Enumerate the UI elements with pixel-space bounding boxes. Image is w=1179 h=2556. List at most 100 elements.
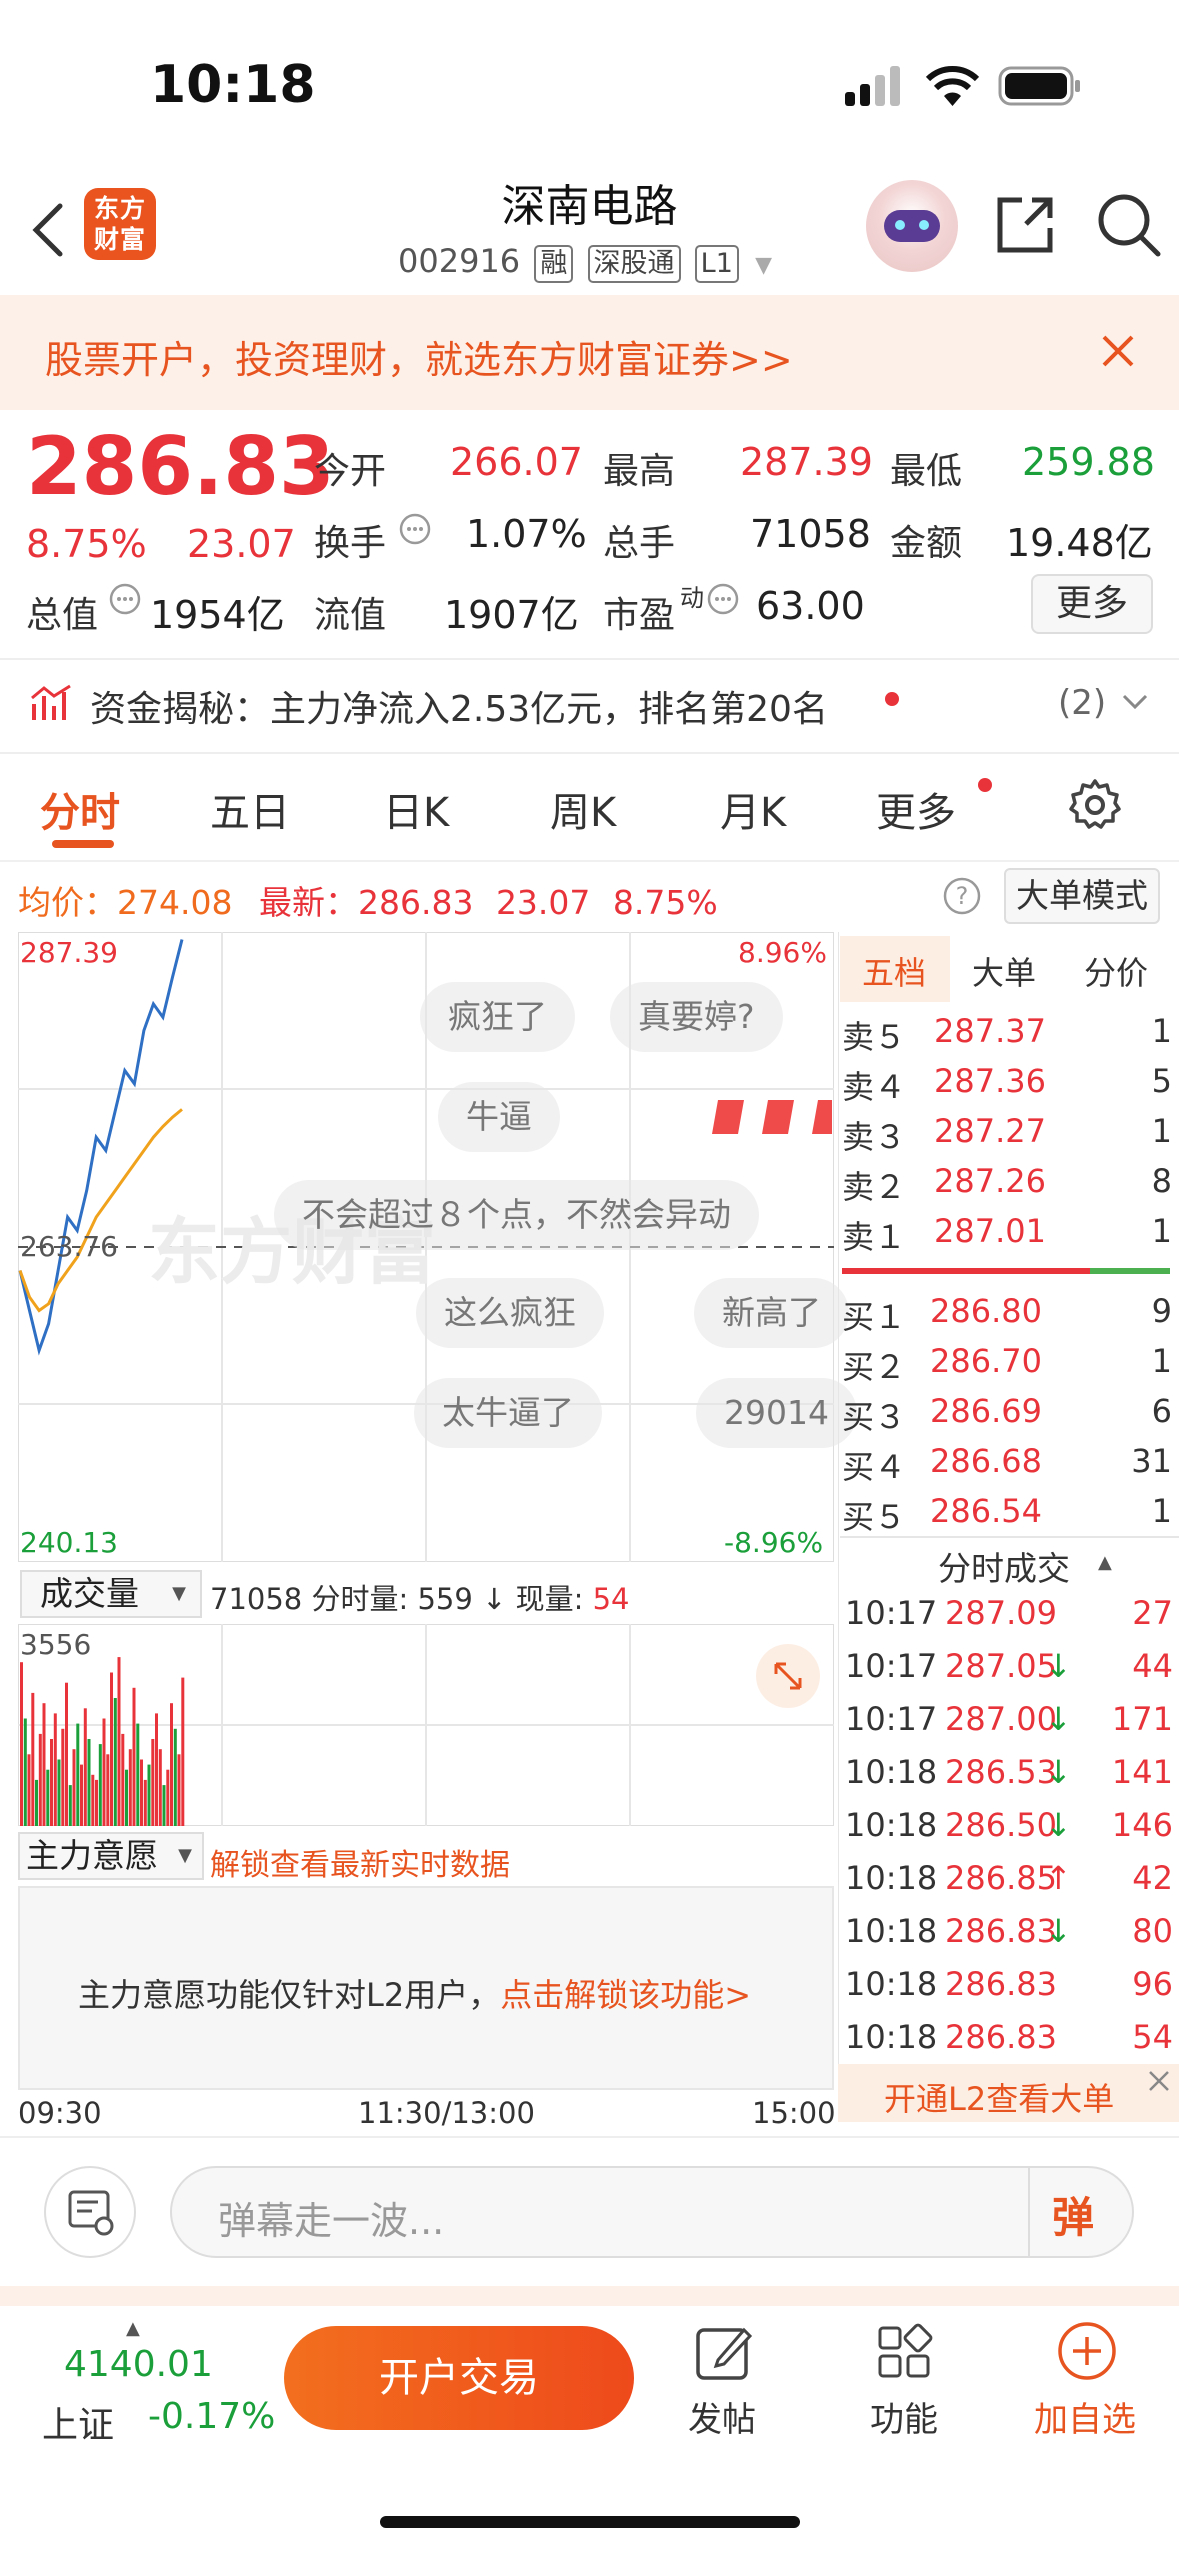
index-pct[interactable]: -0.17% <box>148 2396 275 2437</box>
notice-link[interactable]: 点击解锁该功能> <box>500 1976 751 2014</box>
index-name[interactable]: 上证 <box>42 2396 114 2448</box>
change-value: 23.07 <box>187 522 296 566</box>
volume-bar <box>113 1698 117 1826</box>
edit-post-icon[interactable] <box>694 2322 754 2382</box>
trade-volume: 54 <box>1132 2018 1173 2056</box>
tab-daily-k[interactable]: 日K <box>383 780 449 838</box>
trades-title[interactable]: 分时成交 <box>938 1542 1070 1590</box>
robot-avatar-icon[interactable] <box>866 180 958 272</box>
post-label[interactable]: 发帖 <box>688 2392 756 2441</box>
bid-label: 买５ <box>842 1498 907 1536</box>
stock-code: 002916 <box>398 242 521 280</box>
info-dots-icon[interactable] <box>108 582 142 616</box>
bid-row[interactable]: 买５ 286.54 1 <box>842 1492 1172 1536</box>
volume-bar <box>132 1687 136 1826</box>
bid-row[interactable]: 买１ 286.80 9 <box>842 1292 1172 1336</box>
l2-banner[interactable]: 开通L2查看大单 <box>838 2064 1179 2122</box>
volume-bar <box>38 1733 42 1826</box>
index-value[interactable]: 4140.01 <box>64 2344 213 2385</box>
bid-price: 286.54 <box>930 1492 1042 1530</box>
bid-volume: 1 <box>1151 1492 1172 1530</box>
bid-label: 买１ <box>842 1298 907 1336</box>
close-icon[interactable] <box>1098 331 1138 371</box>
tag-margin: 融 <box>534 245 574 283</box>
trade-row: 10:17 287.00 ↓ 171 <box>845 1700 1175 1744</box>
functions-label[interactable]: 功能 <box>870 2392 938 2441</box>
help-icon[interactable]: ? <box>942 876 982 916</box>
volume-bar <box>158 1749 162 1826</box>
tab-more[interactable]: 更多 <box>876 780 956 838</box>
search-icon[interactable] <box>1094 190 1164 260</box>
trade-time: 10:18 <box>845 1753 938 1791</box>
ask-volume: 1 <box>1151 1212 1172 1250</box>
volume-bar <box>65 1682 68 1826</box>
ask-row[interactable]: 卖５ 287.37 1 <box>842 1012 1172 1056</box>
ask-row[interactable]: 卖１ 287.01 1 <box>842 1212 1172 1256</box>
ask-price: 287.36 <box>934 1062 1046 1100</box>
gear-icon[interactable] <box>1067 777 1123 833</box>
trade-time: 10:17 <box>845 1594 938 1632</box>
volume-bar <box>151 1739 155 1826</box>
add-watchlist-label[interactable]: 加自选 <box>1034 2392 1136 2441</box>
tab-price-distribution[interactable]: 分价 <box>1084 948 1148 994</box>
unlock-link[interactable]: 解锁查看最新实时数据 <box>210 1840 510 1884</box>
info-dots-icon[interactable] <box>398 512 432 546</box>
volume-bar <box>27 1754 31 1826</box>
fund-count[interactable]: (2) <box>1058 683 1106 723</box>
bid-row[interactable]: 买３ 286.69 6 <box>842 1392 1172 1436</box>
volume-bar <box>42 1703 46 1826</box>
bid-row[interactable]: 买４ 286.68 31 <box>842 1442 1172 1486</box>
danmaku-bubble: 疯狂了 <box>420 982 575 1052</box>
close-icon[interactable] <box>1144 2066 1174 2096</box>
open-account-trade-button[interactable]: 开户交易 <box>284 2326 634 2430</box>
trade-direction-icon: ↓ <box>1045 1647 1072 1685</box>
fire-emoji-icon <box>672 1082 832 1152</box>
tab-big-orders[interactable]: 大单 <box>972 948 1036 994</box>
danmaku-input[interactable]: 弹幕走一波... 弹 <box>170 2166 1134 2258</box>
ask-price: 287.26 <box>934 1162 1046 1200</box>
share-icon[interactable] <box>992 192 1058 258</box>
last-change: 23.07 <box>495 883 591 922</box>
tab-monthly-k[interactable]: 月K <box>720 780 786 838</box>
ask-label: 卖２ <box>842 1168 907 1206</box>
mktcap-label: 总值 <box>26 595 99 636</box>
functions-grid-icon[interactable] <box>876 2322 936 2382</box>
bid-ask-ratio-bar-green <box>1090 1268 1170 1274</box>
fund-flow-text[interactable]: 资金揭秘：主力净流入2.53亿元，排名第20名 <box>90 680 828 732</box>
minute-volume-label: 分时量: <box>311 1582 409 1616</box>
change-pct: 8.75% <box>26 522 147 566</box>
ask-row[interactable]: 卖２ 287.26 8 <box>842 1162 1172 1206</box>
volume-selector[interactable]: 成交量 ▼ <box>20 1570 202 1618</box>
high-value: 287.39 <box>740 440 873 484</box>
more-button[interactable]: 更多 <box>1031 574 1153 634</box>
volume-bar <box>140 1759 143 1826</box>
volume-bar <box>155 1713 158 1826</box>
bid-row[interactable]: 买２ 286.70 1 <box>842 1342 1172 1386</box>
divider <box>0 752 1179 754</box>
tab-5day[interactable]: 五日 <box>210 780 290 838</box>
ask-label: 卖１ <box>842 1218 907 1256</box>
danmaku-settings-icon[interactable] <box>44 2166 136 2258</box>
expand-icon[interactable] <box>756 1644 820 1708</box>
volume-bar <box>98 1744 102 1826</box>
trade-row: 10:18 286.83 96 <box>845 1965 1175 2009</box>
chevron-down-icon[interactable]: ▼ <box>755 253 772 278</box>
info-dots-icon[interactable] <box>706 582 740 616</box>
volume-chart[interactable] <box>18 1624 834 1826</box>
ask-price: 287.01 <box>934 1212 1046 1250</box>
danmaku-send-icon[interactable]: 弹 <box>1052 2184 1094 2245</box>
trade-time: 10:18 <box>845 1965 938 2003</box>
chevron-down-icon[interactable] <box>1120 690 1150 714</box>
cellular-signal-icon <box>845 66 905 106</box>
promo-banner[interactable]: 股票开户，投资理财，就选东方财富证券>> <box>0 295 1179 410</box>
main-force-selector[interactable]: 主力意愿 ▼ <box>18 1832 204 1880</box>
tab-intraday[interactable]: 分时 <box>40 780 120 838</box>
tab-weekly-k[interactable]: 周K <box>550 780 616 838</box>
notification-dot <box>978 778 992 792</box>
ask-row[interactable]: 卖４ 287.36 5 <box>842 1062 1172 1106</box>
add-watchlist-icon[interactable] <box>1056 2320 1118 2382</box>
ask-row[interactable]: 卖３ 287.27 1 <box>842 1112 1172 1156</box>
tab-five-levels[interactable]: 五档 <box>862 948 926 994</box>
bid-label: 买２ <box>842 1348 907 1386</box>
big-order-mode-button[interactable]: 大单模式 <box>1004 868 1160 924</box>
